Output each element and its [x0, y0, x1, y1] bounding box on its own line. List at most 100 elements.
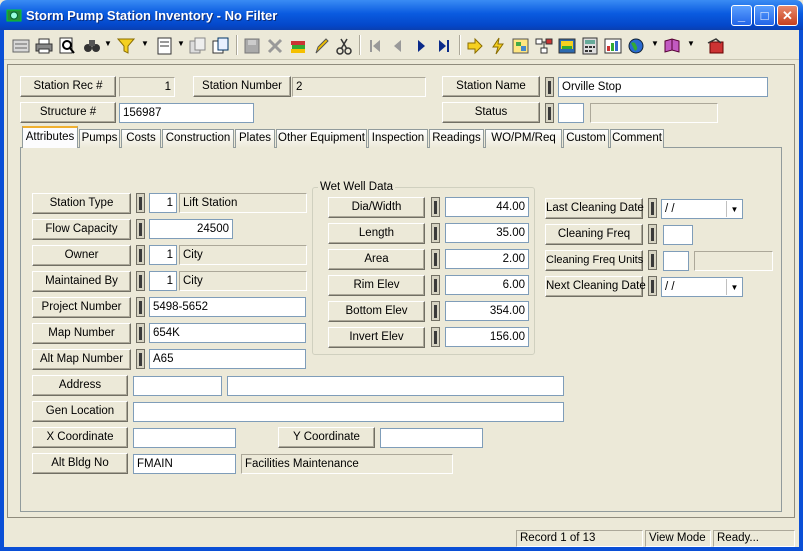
gen-location-field[interactable] [133, 402, 564, 422]
chevron-down-icon[interactable]: ▼ [104, 39, 112, 48]
map-button[interactable] [510, 35, 532, 57]
exit-button[interactable] [705, 35, 727, 57]
rim-elev-label[interactable]: Rim Elev [328, 275, 425, 296]
filter-button[interactable] [115, 35, 137, 57]
structure-label[interactable]: Structure # [20, 102, 116, 123]
bottom-elev-label[interactable]: Bottom Elev [328, 301, 425, 322]
station-type-code-field[interactable]: 1 [149, 193, 177, 213]
goto-button[interactable] [464, 35, 486, 57]
image-button[interactable] [556, 35, 578, 57]
alt-map-number-field[interactable]: A65 [149, 349, 306, 369]
edit-button[interactable] [310, 35, 332, 57]
owner-code-field[interactable]: 1 [149, 245, 177, 265]
station-name-field[interactable]: Orville Stop [558, 77, 768, 97]
cleaning-freq-field[interactable] [663, 225, 693, 245]
length-label[interactable]: Length [328, 223, 425, 244]
previous-record-button[interactable] [387, 35, 409, 57]
last-cleaning-date-dropdown[interactable]: ▼ [726, 201, 742, 217]
delete-button[interactable] [264, 35, 286, 57]
chart-button[interactable] [602, 35, 624, 57]
rim-elev-field[interactable]: 6.00 [445, 275, 529, 295]
tab-plates[interactable]: Plates [235, 129, 275, 148]
find-button[interactable] [81, 35, 103, 57]
list-button[interactable] [10, 35, 32, 57]
save-button[interactable] [241, 35, 263, 57]
address-label[interactable]: Address [32, 375, 128, 396]
address-street-field[interactable] [227, 376, 564, 396]
gen-location-label[interactable]: Gen Location [32, 401, 128, 422]
print-preview-button[interactable] [56, 35, 78, 57]
project-number-label[interactable]: Project Number [32, 297, 131, 318]
next-cleaning-date-dropdown[interactable]: ▼ [726, 279, 742, 295]
station-rec-label[interactable]: Station Rec # [20, 76, 116, 97]
address-number-field[interactable] [133, 376, 222, 396]
cleaning-freq-label[interactable]: Cleaning Freq [545, 224, 643, 245]
first-record-button[interactable] [364, 35, 386, 57]
station-name-label[interactable]: Station Name [442, 76, 540, 97]
form-view-button[interactable] [154, 35, 176, 57]
tab-comment[interactable]: Comment [610, 129, 664, 148]
new-record-button[interactable] [210, 35, 232, 57]
owner-label[interactable]: Owner [32, 245, 131, 266]
x-coordinate-label[interactable]: X Coordinate [32, 427, 128, 448]
maintained-by-code-field[interactable]: 1 [149, 271, 177, 291]
alt-map-number-label[interactable]: Alt Map Number [32, 349, 131, 370]
book-button[interactable] [661, 35, 683, 57]
invert-elev-label[interactable]: Invert Elev [328, 327, 425, 348]
alt-bldg-no-label[interactable]: Alt Bldg No [32, 453, 128, 474]
station-type-label[interactable]: Station Type [32, 193, 131, 214]
copy-record-button[interactable] [187, 35, 209, 57]
cleaning-freq-units-code-field[interactable] [663, 251, 689, 271]
tab-readings[interactable]: Readings [429, 129, 484, 148]
area-field[interactable]: 2.00 [445, 249, 529, 269]
station-number-label[interactable]: Station Number [193, 76, 291, 97]
tab-attributes[interactable]: Attributes [22, 126, 78, 149]
dia-width-field[interactable]: 44.00 [445, 197, 529, 217]
chevron-down-icon[interactable]: ▼ [651, 39, 659, 48]
status-label[interactable]: Status [442, 102, 540, 123]
y-coordinate-label[interactable]: Y Coordinate [278, 427, 375, 448]
cleaning-freq-units-label[interactable]: Cleaning Freq Units [545, 250, 643, 271]
x-coordinate-field[interactable] [133, 428, 236, 448]
last-record-button[interactable] [433, 35, 455, 57]
tab-pumps[interactable]: Pumps [79, 129, 120, 148]
project-number-field[interactable]: 5498-5652 [149, 297, 306, 317]
tab-wo-pm-req[interactable]: WO/PM/Req [485, 129, 562, 148]
books-button[interactable] [287, 35, 309, 57]
tab-custom[interactable]: Custom [563, 129, 609, 148]
chevron-down-icon[interactable]: ▼ [687, 39, 695, 48]
calculator-button[interactable] [579, 35, 601, 57]
area-label[interactable]: Area [328, 249, 425, 270]
chevron-down-icon[interactable]: ▼ [141, 39, 149, 48]
alt-bldg-no-field[interactable]: FMAIN [133, 454, 236, 474]
maintained-by-label[interactable]: Maintained By [32, 271, 131, 292]
chevron-down-icon[interactable]: ▼ [177, 39, 185, 48]
bottom-elev-field[interactable]: 354.00 [445, 301, 529, 321]
quick-action-button[interactable] [487, 35, 509, 57]
flow-capacity-label[interactable]: Flow Capacity [32, 219, 131, 240]
tab-inspection[interactable]: Inspection [368, 129, 428, 148]
close-button[interactable]: ✕ [777, 5, 798, 26]
map-number-label[interactable]: Map Number [32, 323, 131, 344]
tab-construction[interactable]: Construction [162, 129, 234, 148]
last-cleaning-date-label[interactable]: Last Cleaning Date [545, 198, 644, 219]
cut-button[interactable] [333, 35, 355, 57]
minimize-button[interactable]: _ [731, 5, 752, 26]
y-coordinate-field[interactable] [380, 428, 483, 448]
hierarchy-button[interactable] [533, 35, 555, 57]
tab-other-equipment[interactable]: Other Equipment [276, 129, 367, 148]
maximize-button[interactable]: □ [754, 5, 775, 26]
web-button[interactable] [625, 35, 647, 57]
status-code-field[interactable] [558, 103, 584, 123]
tab-costs[interactable]: Costs [121, 129, 161, 148]
next-record-button[interactable] [410, 35, 432, 57]
next-cleaning-date-label[interactable]: Next Cleaning Date [545, 276, 646, 297]
invert-elev-field[interactable]: 156.00 [445, 327, 529, 347]
length-field[interactable]: 35.00 [445, 223, 529, 243]
flow-capacity-field[interactable]: 24500 [149, 219, 233, 239]
map-number-field[interactable]: 654K [149, 323, 306, 343]
print-button[interactable] [33, 35, 55, 57]
structure-field[interactable]: 156987 [119, 103, 254, 123]
dia-width-label[interactable]: Dia/Width [328, 197, 425, 218]
lock-indicator [431, 275, 440, 295]
